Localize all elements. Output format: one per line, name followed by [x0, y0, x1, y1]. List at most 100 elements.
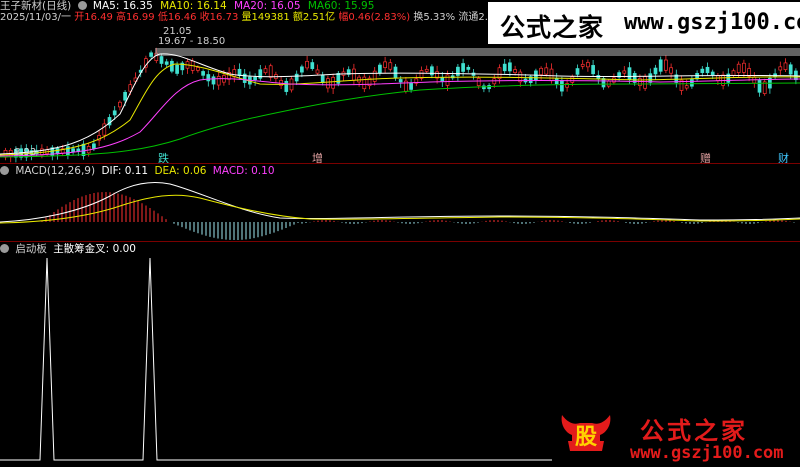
macd-name[interactable]: MACD(12,26,9)	[15, 165, 95, 177]
watermark-top-url: www.gszj100.com	[624, 10, 800, 35]
indicator-toggle-icon[interactable]	[0, 244, 9, 253]
candle	[757, 80, 762, 93]
bull-logo-icon: 股	[561, 415, 611, 451]
indicator-header: 启动板 主散筹金叉: 0.00	[0, 243, 136, 255]
candle	[596, 75, 601, 80]
candle	[201, 71, 205, 76]
candle	[362, 76, 367, 90]
candle	[731, 70, 736, 76]
candle	[388, 62, 393, 70]
candle	[508, 62, 512, 72]
macd-header: MACD(12,26,9) DIF: 0.11 DEA: 0.06 MACD: …	[0, 165, 275, 177]
candle	[669, 67, 673, 74]
quote-open: 开16.49	[74, 12, 113, 23]
candle	[216, 76, 221, 86]
candle	[648, 73, 653, 83]
macd-toggle-icon[interactable]	[0, 166, 9, 175]
candle	[300, 66, 304, 73]
quote-date: 2025/11/03/一	[0, 12, 72, 23]
dea-line	[0, 194, 800, 224]
quote-high: 高16.99	[116, 12, 155, 23]
candle	[159, 56, 164, 64]
candle	[71, 148, 75, 153]
resistance-band	[155, 48, 800, 56]
candle	[112, 110, 117, 116]
candle	[253, 76, 257, 81]
candle	[352, 68, 356, 81]
stock-title[interactable]: 王子新材(日线)	[0, 0, 71, 12]
candle	[710, 71, 715, 76]
candle	[430, 66, 434, 76]
candle	[310, 62, 315, 69]
candle	[118, 101, 122, 108]
watermark-bottom: 股 公式之家 www.gszj100.com	[552, 405, 800, 467]
panel-divider	[0, 163, 800, 164]
candle	[794, 70, 798, 81]
candle	[476, 78, 481, 87]
candle	[783, 62, 788, 70]
quote-close: 收16.73	[199, 12, 239, 23]
candle	[331, 76, 335, 89]
macd-dea: DEA: 0.06	[154, 165, 207, 177]
candle	[164, 61, 169, 65]
candle	[560, 80, 564, 92]
watermark-bottom-name: 公式之家	[640, 416, 748, 445]
candle	[664, 59, 668, 71]
macd-dif: DIF: 0.11	[101, 165, 149, 177]
quote-change: 幅0.46(2.83%)	[338, 12, 411, 23]
indicator-signal: 主散筹金叉: 0.00	[53, 243, 136, 255]
candle	[586, 62, 590, 68]
candle	[513, 69, 517, 73]
watermark-top: 公式之家 www.gszj100.com	[488, 2, 800, 44]
candle	[81, 143, 86, 157]
candle	[778, 66, 783, 71]
candle	[575, 68, 580, 75]
candle	[570, 76, 575, 83]
quote-info-bar: 2025/11/03/一 开16.49 高16.99 低16.46 收16.73…	[0, 12, 534, 24]
candle	[539, 67, 543, 76]
candle	[591, 65, 595, 75]
candle	[284, 80, 289, 92]
indicator-name[interactable]: 启动板	[15, 243, 47, 255]
watermark-logo-char: 股	[575, 424, 597, 450]
candle	[705, 66, 710, 74]
candlestick-series	[3, 47, 798, 163]
watermark-bottom-url: www.gszj100.com	[630, 443, 784, 463]
range-label: 19.67 - 18.50	[158, 36, 225, 47]
panel-divider-2	[0, 241, 800, 242]
candle	[627, 67, 632, 80]
ma20-value: MA20: 16.05	[233, 0, 301, 12]
candle	[398, 79, 403, 83]
candle	[409, 82, 413, 90]
candle	[268, 65, 273, 78]
candle	[544, 67, 549, 75]
watermark-top-name: 公式之家	[500, 13, 605, 42]
candle	[170, 60, 174, 72]
settings-toggle-icon[interactable]	[77, 1, 87, 10]
quote-low: 低16.46	[157, 12, 197, 23]
candle	[461, 63, 465, 72]
candle	[788, 64, 793, 75]
candle	[643, 76, 647, 89]
candle	[742, 62, 746, 73]
candle	[378, 64, 382, 74]
macd-chart[interactable]	[0, 178, 800, 240]
macd-value: MACD: 0.10	[212, 165, 275, 177]
candle	[424, 68, 429, 72]
dif-line	[0, 182, 800, 223]
candle	[211, 76, 216, 85]
candle	[622, 70, 627, 74]
quote-volume: 量149381	[241, 12, 290, 23]
candle	[554, 78, 559, 85]
candle	[690, 79, 694, 87]
price-chart[interactable]: 21.05 19.67 - 18.50 8.93	[0, 24, 800, 166]
ma60-value: MA60: 15.95	[307, 0, 375, 12]
candle	[580, 63, 585, 67]
candle	[736, 63, 741, 73]
candle	[305, 60, 309, 69]
candle	[684, 85, 689, 89]
ma5-value: MA5: 16.35	[92, 0, 153, 12]
candle	[456, 66, 460, 76]
candle	[383, 61, 387, 68]
candle	[601, 78, 606, 88]
